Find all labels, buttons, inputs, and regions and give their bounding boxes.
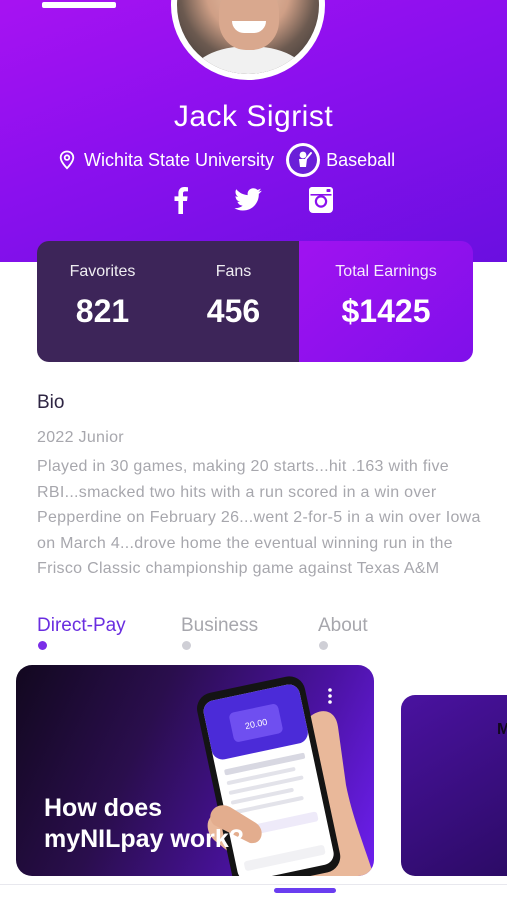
tab-indicator [38, 641, 47, 650]
profile-tabs: Direct-Pay Business About [37, 615, 417, 651]
facebook-icon[interactable] [174, 186, 188, 219]
fans-label: Fans [215, 263, 252, 280]
athlete-name: Jack Sigrist [173, 100, 334, 133]
sport-name: Baseball [326, 149, 396, 170]
earnings-stat[interactable]: Total Earnings $1425 [299, 241, 473, 362]
tab-direct-pay[interactable]: Direct-Pay [37, 615, 126, 650]
fans-value: 456 [206, 293, 261, 329]
school-name: Wichita State University [84, 149, 275, 170]
stats-card: Favorites 821 Fans 456 Total Earnings $1… [37, 241, 473, 362]
card-title: How does myNILpay work? [44, 794, 245, 853]
tab-indicator [319, 641, 328, 650]
tab-label: Direct-Pay [37, 615, 126, 636]
bio-text: Played in 30 games, making 20 starts...h… [37, 458, 481, 578]
athlete-meta: Wichita State University Baseball [58, 140, 395, 180]
tab-about[interactable]: About [318, 615, 368, 650]
next-card-text: M [497, 721, 507, 738]
more-options-icon[interactable] [326, 687, 334, 705]
favorites-value: 821 [75, 293, 130, 329]
tab-indicator [182, 641, 191, 650]
menu-handle[interactable] [42, 2, 116, 8]
divider [0, 884, 507, 885]
bio-heading: Bio [37, 392, 65, 413]
bio-year: 2022 Junior [37, 429, 124, 446]
how-it-works-card[interactable]: 20.00 How does myNILpay work? [16, 665, 374, 876]
fans-stat[interactable]: Fans 456 [168, 241, 299, 362]
tab-label: Business [181, 615, 259, 636]
favorites-label: Favorites [69, 263, 136, 280]
home-indicator[interactable] [274, 888, 336, 893]
location-pin-icon [59, 150, 75, 170]
baseball-icon [286, 143, 321, 177]
tab-label: About [318, 615, 368, 636]
favorites-stat[interactable]: Favorites 821 [37, 241, 168, 362]
next-card[interactable]: M [401, 695, 507, 876]
earnings-label: Total Earnings [335, 263, 437, 280]
tab-business[interactable]: Business [181, 615, 259, 650]
earnings-value: $1425 [341, 293, 431, 329]
twitter-icon[interactable] [234, 188, 262, 217]
profile-header: Jack Sigrist Wichita State University Ba… [0, 0, 507, 262]
instagram-icon[interactable] [308, 186, 334, 219]
social-links [174, 186, 334, 219]
avatar [171, 0, 325, 80]
